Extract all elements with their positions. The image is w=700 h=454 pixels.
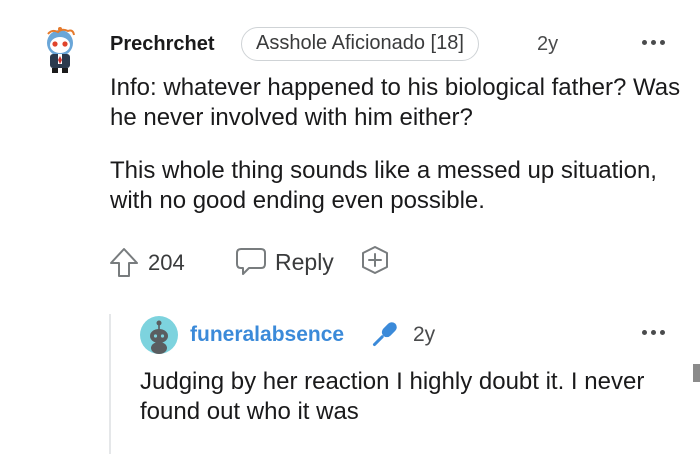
reply-username[interactable]: funeralabsence bbox=[190, 323, 344, 347]
user-avatar[interactable] bbox=[36, 26, 84, 74]
reply-label: Reply bbox=[275, 249, 334, 275]
more-options-icon[interactable] bbox=[642, 38, 668, 46]
award-button[interactable] bbox=[359, 244, 391, 280]
user-avatar[interactable] bbox=[140, 316, 178, 354]
reply-text: Judging by her reaction I highly doubt i… bbox=[140, 368, 645, 425]
snoo-avatar-icon bbox=[140, 316, 178, 354]
more-options-icon[interactable] bbox=[642, 328, 668, 336]
thread-line[interactable] bbox=[109, 314, 111, 454]
add-award-icon bbox=[362, 246, 388, 274]
snoo-avatar-icon bbox=[47, 27, 75, 73]
reply-timestamp: 2y bbox=[413, 323, 436, 346]
scrollbar-thumb[interactable] bbox=[693, 364, 700, 382]
comment-paragraph: This whole thing sounds like a messed up… bbox=[110, 157, 657, 214]
comment-timestamp: 2y bbox=[537, 33, 559, 55]
chat-bubble-icon bbox=[236, 248, 266, 275]
microphone-icon bbox=[367, 318, 401, 357]
comment-username[interactable]: Prechrchet bbox=[110, 33, 215, 56]
user-flair: Asshole Aficionado [18] bbox=[241, 27, 479, 61]
upvote-icon[interactable] bbox=[108, 246, 140, 278]
vote-count: 204 bbox=[148, 250, 185, 275]
comment-paragraph: Info: whatever happened to his biologica… bbox=[110, 74, 681, 131]
